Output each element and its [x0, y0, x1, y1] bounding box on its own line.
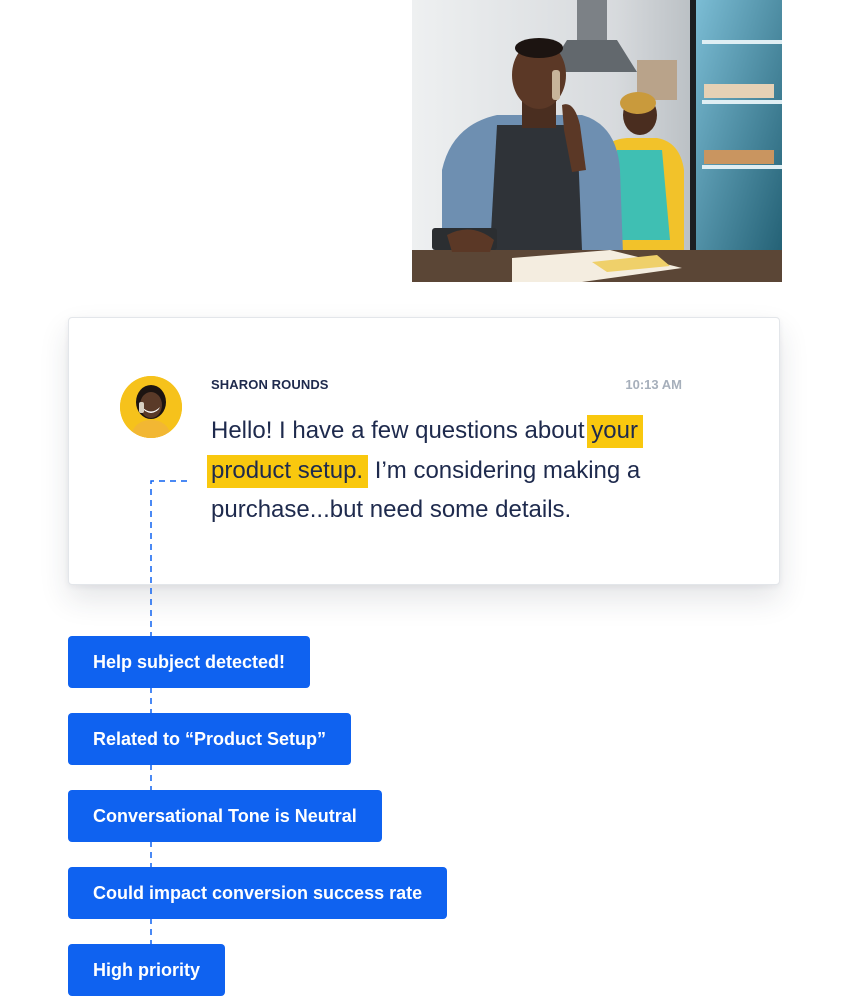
- message-timestamp: 10:13 AM: [625, 377, 682, 392]
- insight-help-subject: Help subject detected!: [68, 636, 311, 688]
- insight-conversational-tone: Conversational Tone is Neutral: [68, 790, 382, 842]
- insight-related-topic: Related to “Product Setup”: [68, 713, 352, 765]
- insight-conversion-impact: Could impact conversion success rate: [68, 867, 448, 919]
- sender-name: SHARON ROUNDS: [211, 377, 329, 392]
- avatar: [120, 376, 182, 438]
- message-text: Hello! I have a few questions about your…: [207, 411, 701, 530]
- hero-photo: [412, 0, 782, 282]
- message-text-start: Hello! I have a few questions about: [211, 417, 592, 444]
- insight-priority: High priority: [68, 944, 225, 996]
